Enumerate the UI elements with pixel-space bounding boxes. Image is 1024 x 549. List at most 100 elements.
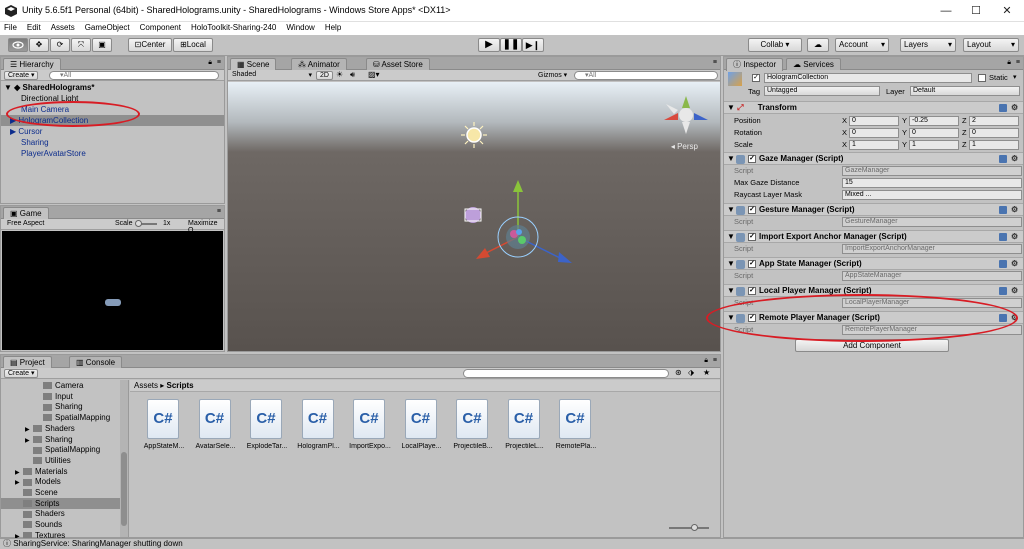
folder-tree-item[interactable]: Sharing <box>1 401 128 412</box>
file-name-label[interactable]: ProjectileB... <box>447 443 499 450</box>
component-enabled-checkbox[interactable]: ✓ <box>748 260 756 268</box>
folder-tree-item[interactable]: Scripts <box>1 497 128 509</box>
script-reference-field[interactable]: GestureManager <box>842 217 1022 227</box>
component-enabled-checkbox[interactable]: ✓ <box>748 155 756 163</box>
csharp-file-icon[interactable]: C# <box>353 399 385 439</box>
lock-icon[interactable]: 🔒︎ <box>704 357 708 365</box>
script-reference-field[interactable]: GazeManager <box>842 166 1022 176</box>
csharp-file-icon[interactable]: C# <box>456 399 488 439</box>
script-reference-field[interactable]: AppStateManager <box>842 271 1022 281</box>
move-tool-button[interactable]: ✥ <box>29 38 49 52</box>
component-enabled-checkbox[interactable]: ✓ <box>748 287 756 295</box>
effects-toggle-icon[interactable]: ▨▾ <box>368 70 380 79</box>
component-header[interactable]: ▼ ✓ Import Export Anchor Manager (Script) ⚙ <box>724 230 1023 243</box>
menu-file[interactable]: File <box>0 22 21 33</box>
component-enabled-checkbox[interactable]: ✓ <box>748 233 756 241</box>
gizmos-dropdown[interactable]: Gizmos ▾ <box>538 71 567 79</box>
collab-button[interactable]: Collab ▾ <box>748 38 802 52</box>
component-header[interactable]: ▼ ✓ Gaze Manager (Script) ⚙ <box>724 152 1023 165</box>
transform-z-field[interactable]: 0 <box>969 128 1019 138</box>
hierarchy-item-playeravatarstore[interactable]: PlayerAvatarStore <box>1 148 224 159</box>
aspect-dropdown[interactable]: Free Aspect <box>7 220 44 227</box>
2d-toggle[interactable]: 2D <box>316 71 333 80</box>
component-header[interactable]: ▼ ✓ App State Manager (Script) ⚙ <box>724 257 1023 270</box>
transform-y-field[interactable]: 0 <box>909 128 959 138</box>
game-viewport[interactable] <box>2 231 223 350</box>
folder-tree-item[interactable]: ▶ Materials <box>1 466 128 477</box>
shading-mode-dropdown[interactable]: Shaded ▾ <box>232 71 312 79</box>
tab-inspector[interactable]: ⓘ Inspector <box>726 58 784 71</box>
lock-icon[interactable]: 🔒︎ <box>208 59 212 67</box>
collapse-arrow-icon[interactable]: ▼ <box>724 232 735 241</box>
status-message[interactable]: SharingService: SharingManager shutting … <box>13 539 182 548</box>
menu-window[interactable]: Window <box>282 22 318 33</box>
hierarchy-search-input[interactable]: ▾All <box>49 71 219 80</box>
folder-tree-item[interactable]: ▶ Sharing <box>1 434 128 445</box>
folder-tree-item[interactable]: ▶ Models <box>1 476 128 487</box>
transform-x-field[interactable]: 1 <box>849 140 899 150</box>
panel-menu-icon[interactable]: ≡ <box>713 357 717 364</box>
tab-services[interactable]: ☁ Services <box>786 58 841 70</box>
folder-tree-item[interactable]: Input <box>1 391 128 402</box>
tree-scrollbar[interactable] <box>120 380 128 537</box>
folder-tree-item[interactable]: Utilities <box>1 455 128 466</box>
scale-slider[interactable] <box>135 220 157 227</box>
collapse-arrow-icon[interactable]: ▼ <box>724 154 735 163</box>
breadcrumb-assets[interactable]: Assets <box>134 381 158 390</box>
scene-viewport[interactable]: ◂ Persp <box>228 82 720 351</box>
menu-holotoolkit[interactable]: HoloToolkit-Sharing-240 <box>187 22 280 33</box>
csharp-file-icon[interactable]: C# <box>250 399 282 439</box>
breadcrumb-scripts[interactable]: Scripts <box>167 381 194 390</box>
csharp-file-icon[interactable]: C# <box>507 399 540 439</box>
collapse-arrow-icon[interactable]: ▼ <box>724 103 735 112</box>
layout-dropdown[interactable]: Layout ▾ <box>963 38 1019 52</box>
account-dropdown[interactable]: Account ▾ <box>835 38 889 52</box>
tag-dropdown[interactable]: Untagged <box>764 86 880 96</box>
folder-tree-item[interactable]: SpatialMapping <box>1 444 128 455</box>
minimize-button[interactable]: — <box>938 3 954 19</box>
menu-edit[interactable]: Edit <box>23 22 45 33</box>
script-reference-field[interactable]: ImportExportAnchorManager <box>842 244 1022 254</box>
persp-label[interactable]: ◂ Persp <box>671 142 698 151</box>
file-name-label[interactable]: AppStateM... <box>138 443 190 450</box>
transform-x-field[interactable]: 0 <box>849 116 899 126</box>
icon-size-slider[interactable] <box>669 524 709 531</box>
property-field[interactable]: 15 <box>842 178 1022 188</box>
collapse-arrow-icon[interactable]: ▼ <box>724 205 735 214</box>
maximize-button[interactable]: ☐ <box>968 3 984 19</box>
lock-icon[interactable]: 🔒︎ <box>1007 59 1011 67</box>
csharp-file-icon[interactable]: C# <box>404 399 437 439</box>
csharp-file-icon[interactable]: C# <box>559 399 591 439</box>
csharp-file-icon[interactable]: C# <box>198 399 231 439</box>
filter-label-icon[interactable]: ⬗ <box>688 368 694 377</box>
tab-console[interactable]: ▥ Console <box>69 356 123 368</box>
layers-dropdown[interactable]: Layers ▾ <box>900 38 956 52</box>
static-checkbox[interactable] <box>978 74 986 82</box>
gear-icon[interactable]: ⚙ <box>1011 233 1019 241</box>
help-book-icon[interactable] <box>999 104 1007 112</box>
file-name-label[interactable]: AvatarSele... <box>190 443 242 450</box>
file-name-label[interactable]: ProjectileL... <box>499 443 551 450</box>
panel-menu-icon[interactable]: ≡ <box>217 59 221 66</box>
folder-tree-item[interactable]: Scene <box>1 487 128 498</box>
gear-icon[interactable]: ⚙ <box>1011 260 1019 268</box>
file-name-label[interactable]: LocalPlaye... <box>396 443 448 450</box>
panel-menu-icon[interactable]: ≡ <box>713 59 717 66</box>
help-book-icon[interactable] <box>999 260 1007 268</box>
csharp-file-icon[interactable]: C# <box>147 399 179 439</box>
gear-icon[interactable]: ⚙ <box>1011 104 1019 112</box>
panel-menu-icon[interactable]: ≡ <box>217 208 221 215</box>
pivot-local-button[interactable]: ⊞Local <box>173 38 213 52</box>
help-book-icon[interactable] <box>999 155 1007 163</box>
rect-tool-button[interactable]: ▣ <box>92 38 112 52</box>
transform-z-field[interactable]: 2 <box>969 116 1019 126</box>
folder-tree-item[interactable]: Shaders <box>1 508 128 519</box>
transform-header[interactable]: ▼ ⤢ Transform ⚙ <box>724 101 1023 114</box>
close-button[interactable]: ✕ <box>999 3 1015 19</box>
help-book-icon[interactable] <box>999 206 1007 214</box>
file-name-label[interactable]: RemotePla... <box>550 443 602 450</box>
step-button[interactable]: ▶❙ <box>522 38 544 52</box>
project-search-input[interactable] <box>463 369 669 378</box>
static-dropdown-icon[interactable]: ▾ <box>1013 73 1017 81</box>
hierarchy-create-button[interactable]: Create ▾ <box>4 71 39 80</box>
